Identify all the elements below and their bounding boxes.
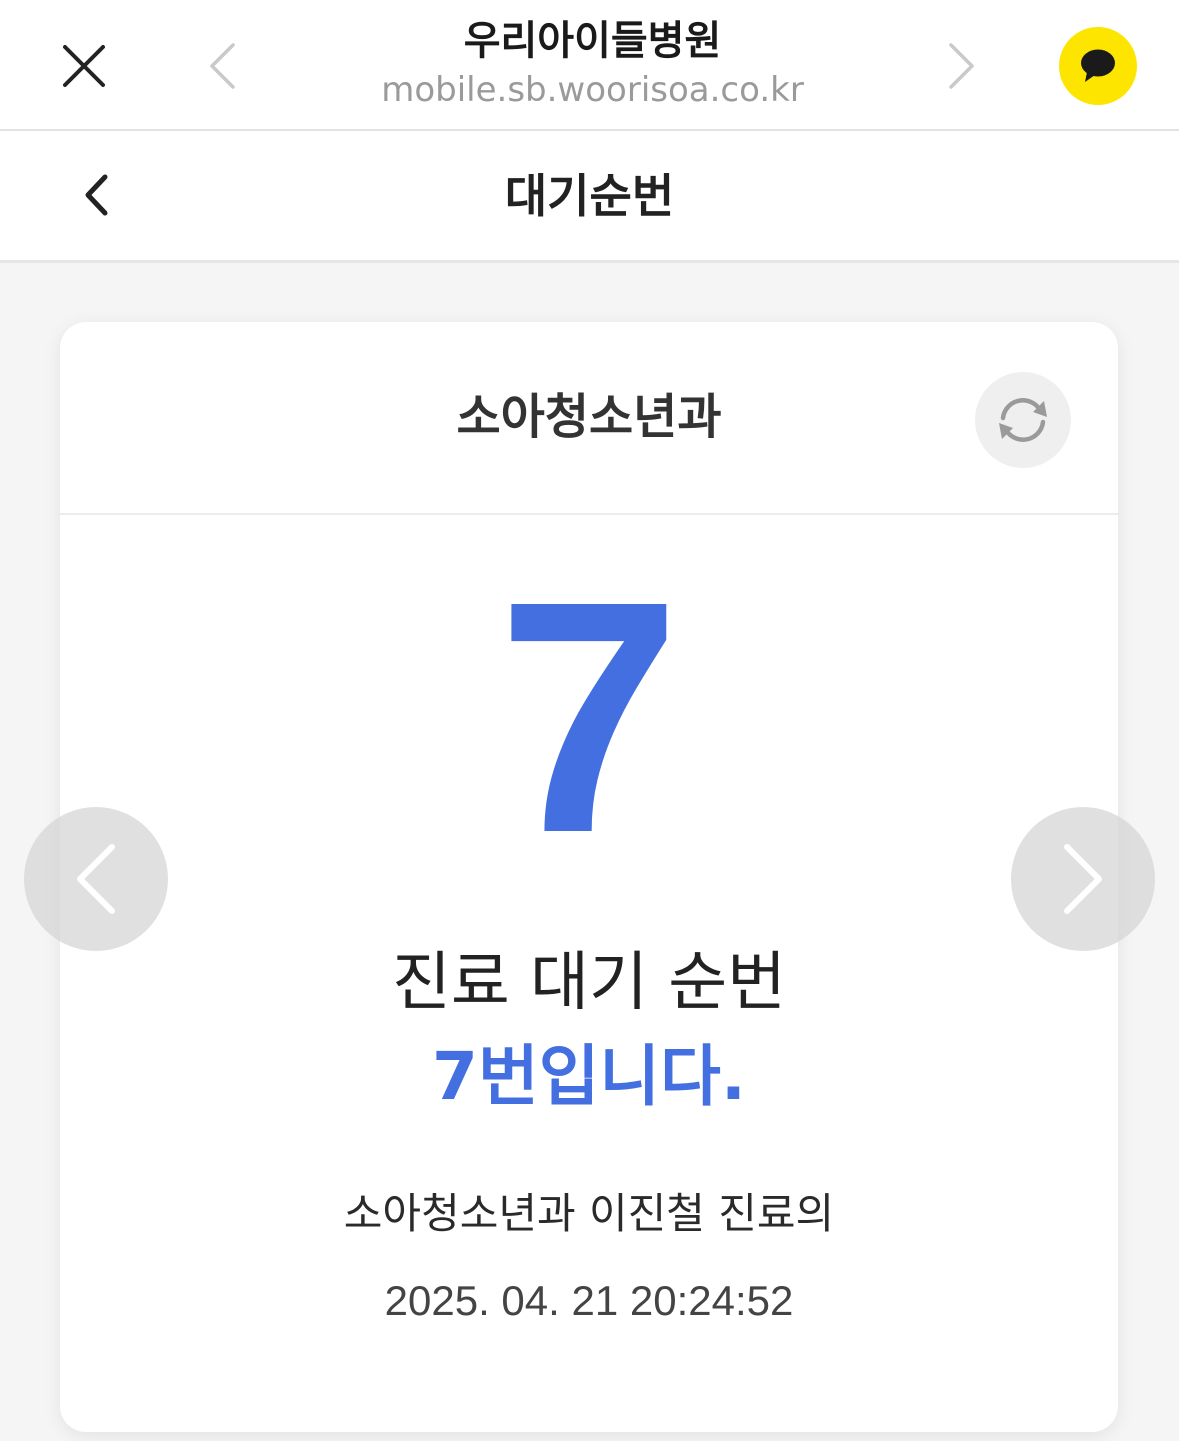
kakao-share-button[interactable] bbox=[1059, 27, 1137, 105]
site-name: 우리아이들병원 bbox=[463, 18, 722, 64]
page-header: 대기순번 bbox=[0, 131, 1179, 263]
close-icon bbox=[63, 45, 105, 87]
wait-card: 소아청소년과 7 진료 대기 순번 7번입니다. 소아청소년과 이진철 진료의 … bbox=[60, 322, 1118, 1432]
refresh-icon bbox=[999, 398, 1047, 442]
chevron-left-icon bbox=[77, 844, 115, 914]
department-title: 소아청소년과 bbox=[456, 389, 722, 445]
next-department-button[interactable] bbox=[1011, 807, 1155, 951]
wait-number: 7 bbox=[497, 532, 681, 901]
browser-title: 우리아이들병원 mobile.sb.woorisoa.co.kr bbox=[300, 14, 885, 112]
prev-department-button[interactable] bbox=[24, 807, 168, 951]
browser-forward-button[interactable] bbox=[930, 34, 994, 98]
chevron-right-icon bbox=[949, 43, 974, 89]
browser-back-button[interactable] bbox=[190, 34, 254, 98]
chevron-left-icon bbox=[210, 43, 235, 89]
card-header: 소아청소년과 bbox=[60, 322, 1118, 515]
kakao-talk-icon bbox=[1081, 49, 1115, 82]
doctor-info: 소아청소년과 이진철 진료의 bbox=[343, 1189, 835, 1238]
wait-message: 7번입니다. bbox=[432, 1038, 746, 1115]
timestamp: 2025. 04. 21 20:24:52 bbox=[384, 1277, 794, 1324]
page-title: 대기순번 bbox=[504, 169, 675, 223]
chevron-right-icon bbox=[1064, 844, 1102, 914]
site-url: mobile.sb.woorisoa.co.kr bbox=[381, 70, 804, 110]
wait-label: 진료 대기 순번 bbox=[392, 946, 786, 1020]
close-button[interactable] bbox=[52, 34, 116, 98]
browser-bar: 우리아이들병원 mobile.sb.woorisoa.co.kr bbox=[0, 0, 1179, 131]
refresh-button[interactable] bbox=[975, 372, 1071, 468]
